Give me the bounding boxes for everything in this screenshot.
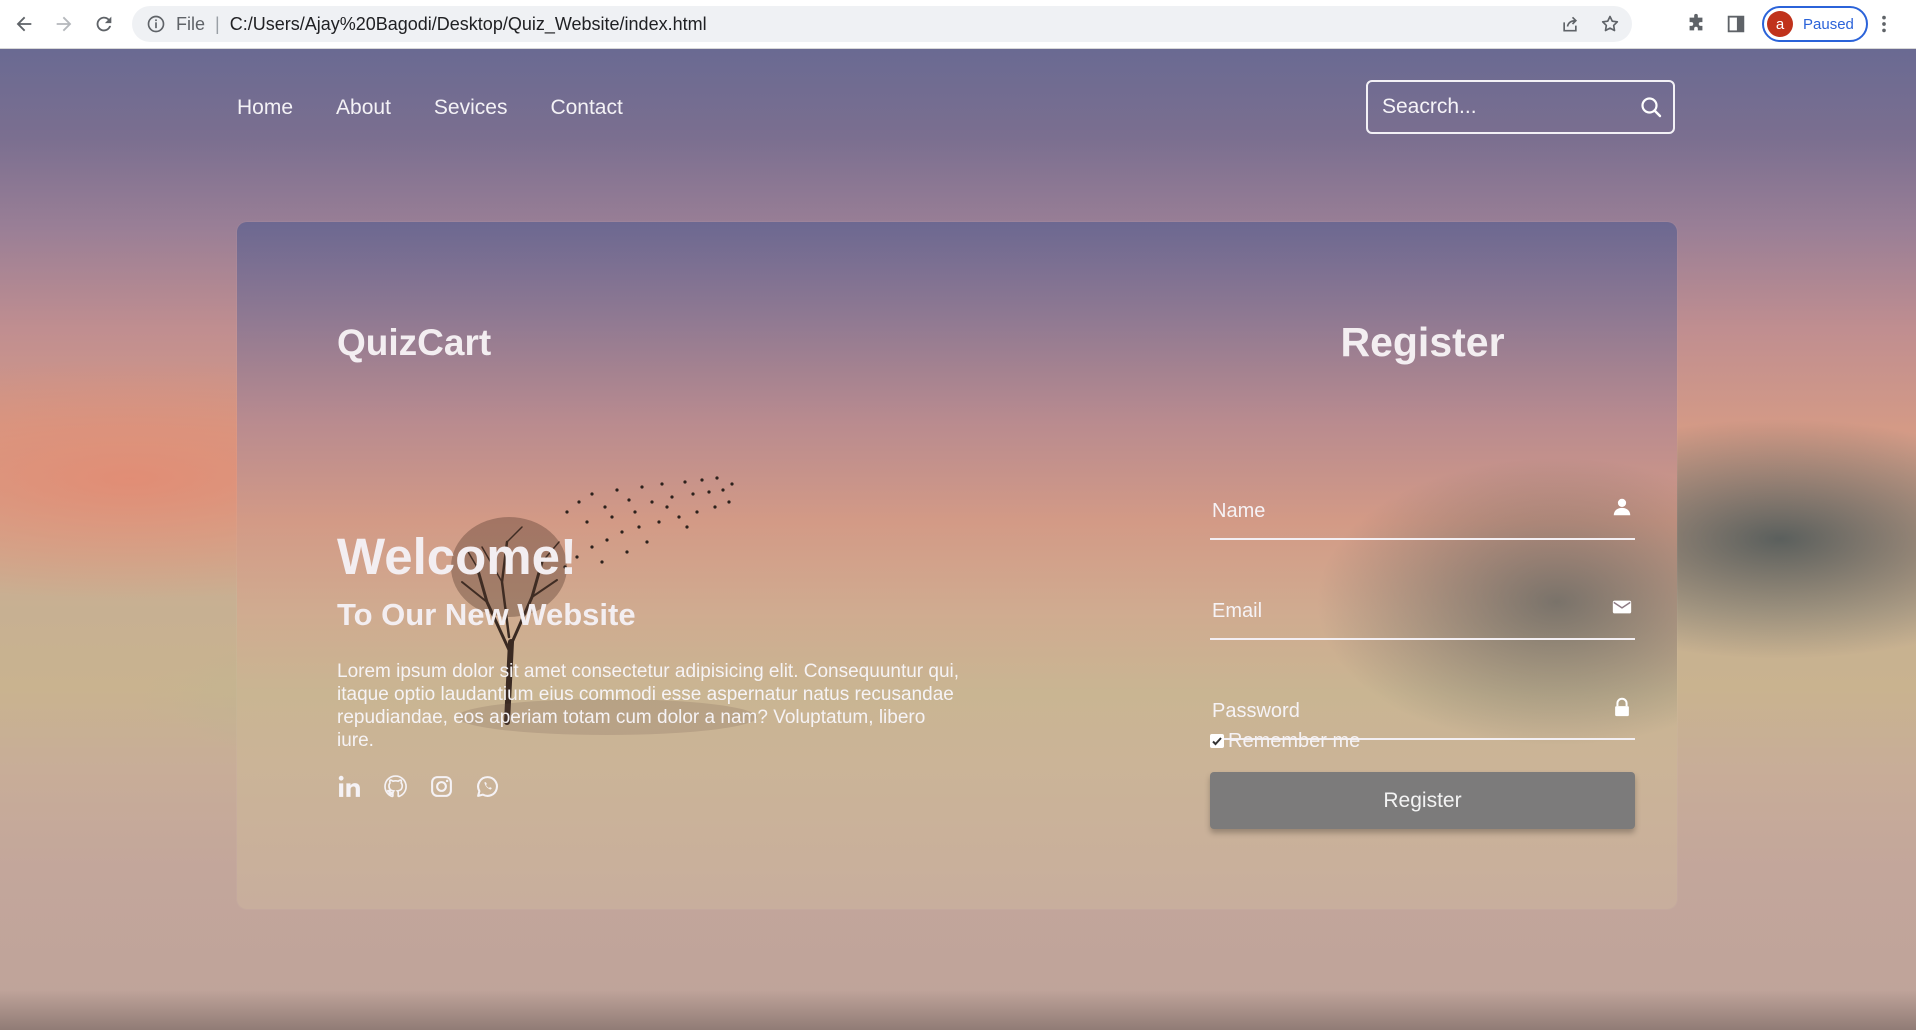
- url-text[interactable]: C:/Users/Ajay%20Bagodi/Desktop/Quiz_Webs…: [230, 14, 707, 35]
- hero-text: Lorem ipsum dolor sit amet consectetur a…: [337, 661, 960, 751]
- avatar: a: [1767, 11, 1793, 37]
- instagram-icon[interactable]: [429, 774, 454, 799]
- email-input[interactable]: [1210, 599, 1594, 624]
- more-vert-icon: [1882, 15, 1886, 33]
- name-input[interactable]: [1210, 499, 1594, 524]
- linkedin-icon[interactable]: [337, 774, 362, 799]
- file-label: File: [176, 13, 206, 34]
- nav-contact[interactable]: Contact: [550, 96, 622, 120]
- back-button[interactable]: [6, 6, 42, 42]
- forward-button[interactable]: [46, 6, 82, 42]
- nav-about[interactable]: About: [336, 96, 391, 120]
- browser-toolbar: File | C:/Users/Ajay%20Bagodi/Desktop/Qu…: [0, 0, 1916, 49]
- share-button[interactable]: [1552, 6, 1588, 42]
- page: Home About Sevices Contact QuizCart: [0, 49, 1916, 1030]
- search-box: [1366, 80, 1675, 134]
- puzzle-icon: [1689, 13, 1703, 31]
- info-icon[interactable]: [146, 14, 166, 34]
- extensions-button[interactable]: [1676, 6, 1716, 42]
- address-bar[interactable]: File | C:/Users/Ajay%20Bagodi/Desktop/Qu…: [132, 6, 1632, 42]
- whatsapp-icon[interactable]: [475, 774, 500, 799]
- checkmark-icon: [1212, 736, 1222, 745]
- top-nav: Home About Sevices Contact: [237, 96, 623, 120]
- register-title: Register: [1340, 319, 1505, 365]
- hero-title: Welcome!: [337, 528, 577, 585]
- profile-button[interactable]: a Paused: [1762, 6, 1868, 42]
- star-icon: [1601, 15, 1619, 32]
- search-icon[interactable]: [1639, 95, 1663, 119]
- reload-button[interactable]: [86, 6, 122, 42]
- email-field: [1210, 584, 1635, 640]
- remember-me[interactable]: Remember me: [1210, 730, 1360, 753]
- profile-status: Paused: [1803, 15, 1854, 33]
- share-icon: [1563, 16, 1578, 32]
- main-card: QuizCart Welcome! To Our New Website Lor…: [237, 222, 1677, 909]
- remember-label: Remember me: [1228, 730, 1361, 752]
- side-panel-button[interactable]: [1716, 6, 1756, 42]
- separator: |: [215, 13, 220, 34]
- browser-menu-button[interactable]: [1868, 6, 1900, 42]
- password-input[interactable]: [1210, 699, 1594, 724]
- reload-icon: [96, 16, 112, 32]
- remember-checkbox[interactable]: [1210, 733, 1224, 748]
- nav-home[interactable]: Home: [237, 96, 293, 120]
- user-icon: [1613, 498, 1631, 516]
- envelope-icon: [1612, 600, 1632, 614]
- hero-subtitle: To Our New Website: [337, 597, 636, 632]
- github-icon[interactable]: [383, 774, 408, 799]
- side-panel-icon: [1727, 15, 1745, 33]
- brand-logo[interactable]: QuizCart: [337, 322, 491, 364]
- search-input[interactable]: [1380, 94, 1624, 120]
- lock-icon: [1615, 697, 1629, 717]
- nav-services[interactable]: Sevices: [434, 96, 508, 120]
- name-field: [1210, 484, 1635, 540]
- social-links: [337, 774, 500, 799]
- register-button[interactable]: Register: [1210, 772, 1635, 829]
- arrow-right-icon: [56, 16, 72, 32]
- arrow-left-icon: [16, 16, 32, 32]
- bookmark-button[interactable]: [1592, 6, 1628, 42]
